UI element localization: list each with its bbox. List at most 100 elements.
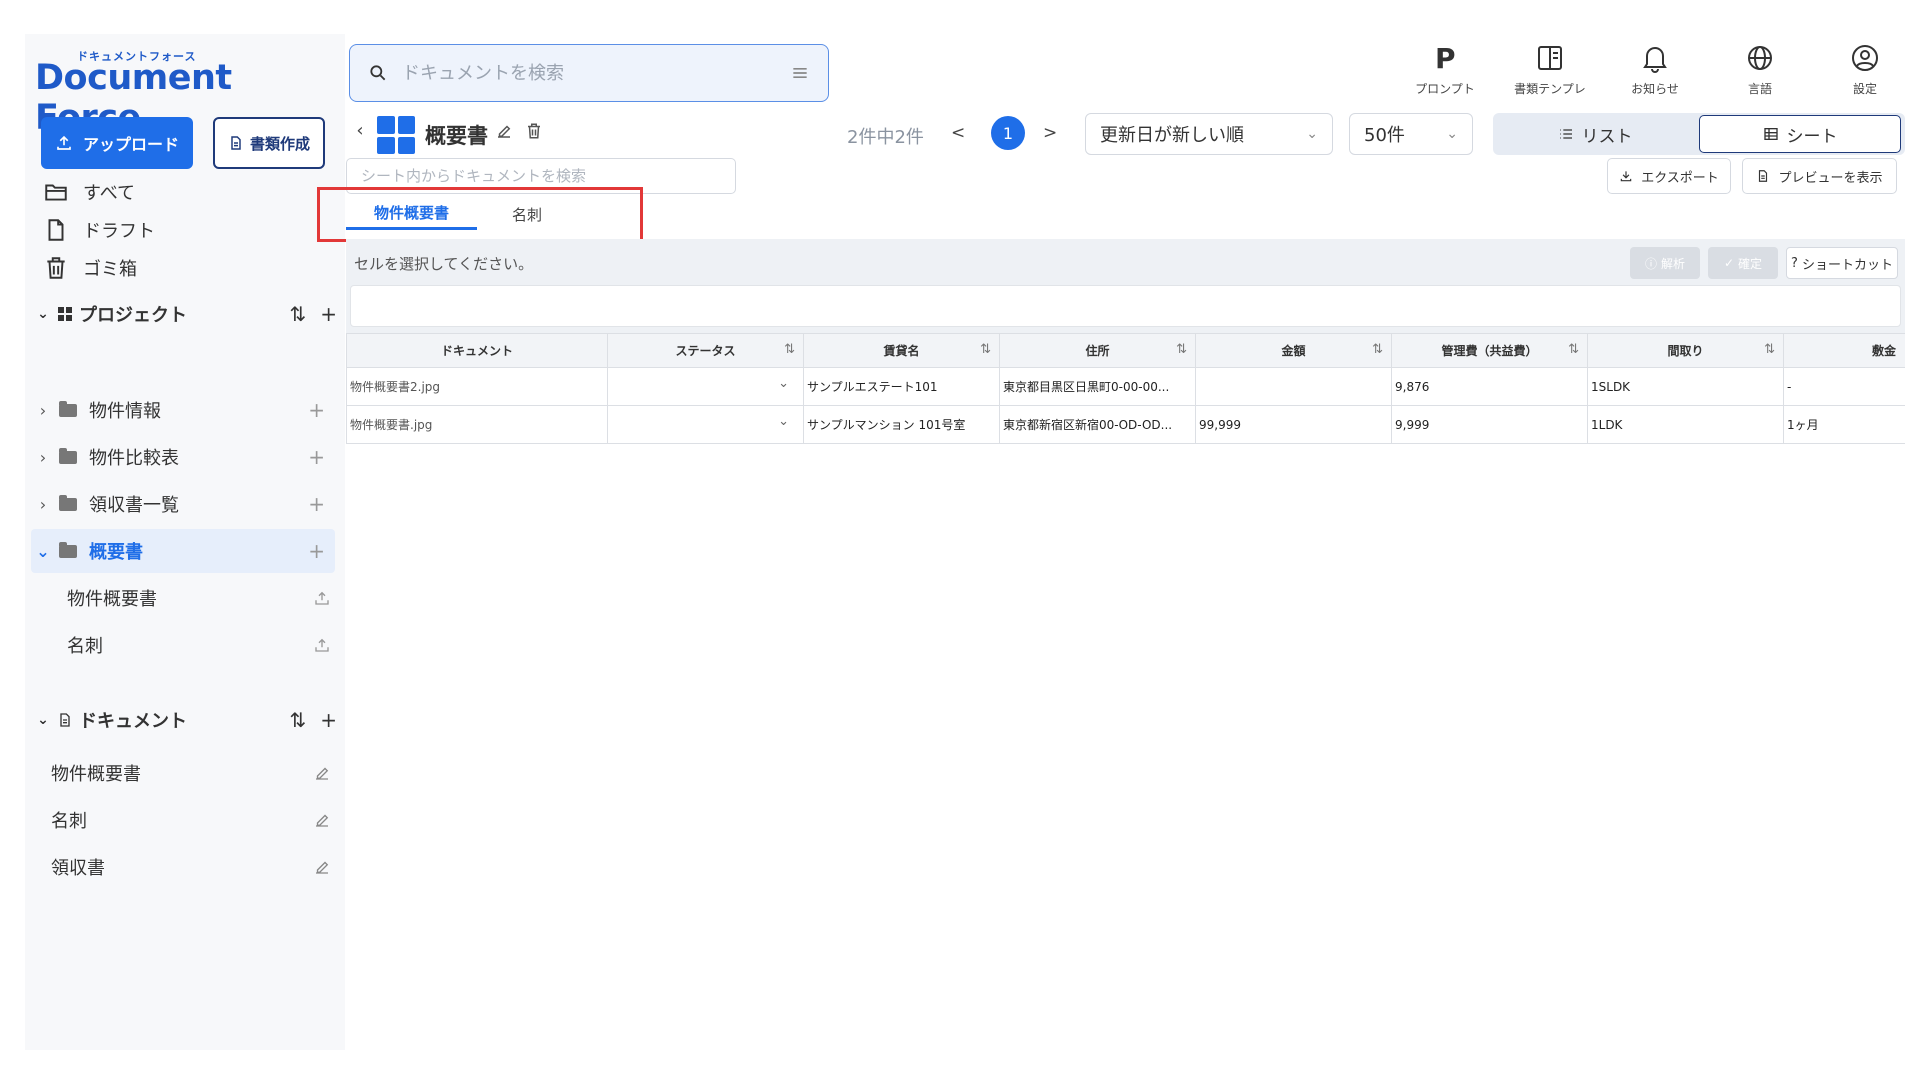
upload-icon[interactable]	[313, 636, 331, 654]
sort-icon[interactable]: ⇅	[289, 302, 306, 326]
per-page-select[interactable]: 50件 ⌄	[1349, 113, 1473, 155]
column-header[interactable]: ドキュメント	[346, 333, 608, 368]
sort-icon[interactable]: ⇅	[980, 342, 991, 357]
sheet-view-button[interactable]: シート	[1699, 115, 1901, 153]
document-item-1[interactable]: 名刺	[51, 798, 335, 842]
column-header[interactable]: 住所 ⇅	[999, 333, 1196, 368]
create-document-button[interactable]: 書類作成	[213, 117, 325, 169]
prev-page-button[interactable]: <	[951, 123, 965, 143]
nav-trash[interactable]: ゴミ箱	[43, 248, 137, 288]
status-cell[interactable]: ⌄	[607, 405, 804, 444]
table-cell[interactable]: 99,999	[1195, 405, 1392, 444]
template-icon	[1538, 46, 1562, 70]
table-cell[interactable]: 東京都新宿区新宿00-OD-OD...	[999, 405, 1196, 444]
bell-icon	[1643, 47, 1667, 73]
sort-select[interactable]: 更新日が新しい順 ⌄	[1085, 113, 1333, 155]
confirm-label: 確定	[1738, 256, 1763, 271]
current-page-button[interactable]: 1	[991, 116, 1025, 150]
table-cell[interactable]: 9,999	[1391, 405, 1588, 444]
document-item-0[interactable]: 物件概要書	[51, 751, 335, 795]
edit-title-icon[interactable]	[495, 122, 513, 145]
project-item-0[interactable]: › 物件情報 +	[31, 388, 335, 432]
sort-icon[interactable]: ⇅	[1176, 342, 1187, 357]
add-document-icon[interactable]: +	[320, 708, 337, 732]
table-header-row: ドキュメント ステータス ⇅ 賃貸名 ⇅ 住所 ⇅ 金額 ⇅ 管理費（共益費） ⇅ 間取り…	[346, 333, 1905, 368]
template-button[interactable]: 書類テンプレ	[1505, 42, 1595, 112]
sort-icon[interactable]: ⇅	[289, 708, 306, 732]
collapse-sidebar-button[interactable]: ‹	[349, 114, 371, 146]
column-header[interactable]: 金額 ⇅	[1195, 333, 1392, 368]
table-cell[interactable]: -	[1783, 367, 1905, 406]
documents-section-header[interactable]: ⌄ ドキュメント ⇅ +	[33, 702, 337, 738]
analyze-button[interactable]: ⓘ 解析	[1630, 247, 1700, 279]
upload-button[interactable]: アップロード	[41, 117, 193, 169]
document-item-2[interactable]: 領収書	[51, 845, 335, 889]
column-header[interactable]: 間取り ⇅	[1587, 333, 1784, 368]
table-cell[interactable]: 東京都目黒区日黒町0-00-00...	[999, 367, 1196, 406]
menu-icon[interactable]	[790, 63, 810, 83]
table-cell[interactable]: 1SLDK	[1587, 367, 1784, 406]
sort-icon[interactable]: ⇅	[784, 342, 795, 357]
project-item-3[interactable]: ⌄ 概要書 +	[31, 529, 335, 573]
notifications-button[interactable]: お知らせ	[1610, 42, 1700, 112]
view-toggle: リスト シート	[1493, 113, 1905, 155]
sort-icon[interactable]: ⇅	[1372, 342, 1383, 357]
table-cell[interactable]: 物件概要書.jpg	[346, 405, 608, 444]
prompt-button[interactable]: P プロンプト	[1400, 42, 1490, 112]
column-header[interactable]: ステータス ⇅	[607, 333, 804, 368]
export-button[interactable]: エクスポート	[1607, 158, 1731, 194]
table-row: 物件概要書2.jpg ⌄ サンプルエステート101 東京都目黒区日黒町0-00-…	[346, 367, 1905, 406]
chevron-down-icon[interactable]: ⌄	[778, 414, 789, 429]
table-cell[interactable]: サンプルマンション 101号室	[803, 405, 1000, 444]
project-child-1[interactable]: 名刺	[67, 623, 335, 667]
edit-icon[interactable]	[313, 858, 331, 876]
list-view-label: リスト	[1581, 126, 1633, 147]
column-header-label: 管理費（共益費）	[1441, 344, 1538, 358]
table-cell[interactable]	[1195, 367, 1392, 406]
add-icon[interactable]: +	[308, 492, 325, 516]
globe-icon	[1748, 46, 1772, 70]
cell-value-input[interactable]	[350, 285, 1901, 327]
chevron-down-icon[interactable]: ⌄	[778, 376, 789, 391]
list-view-button[interactable]: リスト	[1493, 113, 1697, 155]
add-project-icon[interactable]: +	[320, 302, 337, 326]
edit-icon[interactable]	[313, 764, 331, 782]
upload-icon[interactable]	[313, 589, 331, 607]
document-icon	[60, 713, 70, 727]
table-cell[interactable]: 1LDK	[1587, 405, 1784, 444]
project-item-2[interactable]: › 領収書一覧 +	[31, 482, 335, 526]
column-header[interactable]: 管理費（共益費） ⇅	[1391, 333, 1588, 368]
edit-icon[interactable]	[313, 811, 331, 829]
project-child-0[interactable]: 物件概要書	[67, 576, 335, 620]
project-item-1[interactable]: › 物件比較表 +	[31, 435, 335, 479]
result-count: 2件中2件	[847, 127, 924, 148]
sort-icon[interactable]: ⇅	[1568, 342, 1579, 357]
next-page-button[interactable]: >	[1043, 123, 1057, 143]
table-cell[interactable]: 物件概要書2.jpg	[346, 367, 608, 406]
global-search-input[interactable]	[402, 62, 776, 84]
nav-all[interactable]: すべて	[43, 172, 135, 212]
add-icon[interactable]: +	[308, 445, 325, 469]
status-cell[interactable]: ⌄	[607, 367, 804, 406]
projects-section-header[interactable]: ⌄ プロジェクト ⇅ +	[33, 296, 337, 332]
column-header-label: 住所	[1085, 344, 1110, 358]
shortcut-button[interactable]: ? ショートカット	[1786, 247, 1898, 279]
global-search[interactable]	[349, 44, 829, 102]
column-header[interactable]: 敷金	[1783, 333, 1905, 368]
table-cell[interactable]: 1ヶ月	[1783, 405, 1905, 444]
table-cell[interactable]: サンプルエステート101	[803, 367, 1000, 406]
confirm-button[interactable]: ✓ 確定	[1708, 247, 1778, 279]
preview-button[interactable]: プレビューを表示	[1742, 158, 1897, 194]
settings-button[interactable]: 設定	[1820, 42, 1910, 112]
prompt-p-icon: P	[1435, 42, 1456, 74]
column-header[interactable]: 賃貸名 ⇅	[803, 333, 1000, 368]
table-cell[interactable]: 9,876	[1391, 367, 1588, 406]
document-item-label: 物件概要書	[51, 764, 141, 785]
nav-draft[interactable]: ドラフト	[43, 210, 155, 250]
add-icon[interactable]: +	[308, 539, 325, 563]
delete-icon[interactable]	[525, 122, 543, 145]
sort-icon[interactable]: ⇅	[1764, 342, 1775, 357]
add-icon[interactable]: +	[308, 398, 325, 422]
language-button[interactable]: 言語	[1715, 42, 1805, 112]
create-document-label: 書類作成	[249, 134, 310, 153]
